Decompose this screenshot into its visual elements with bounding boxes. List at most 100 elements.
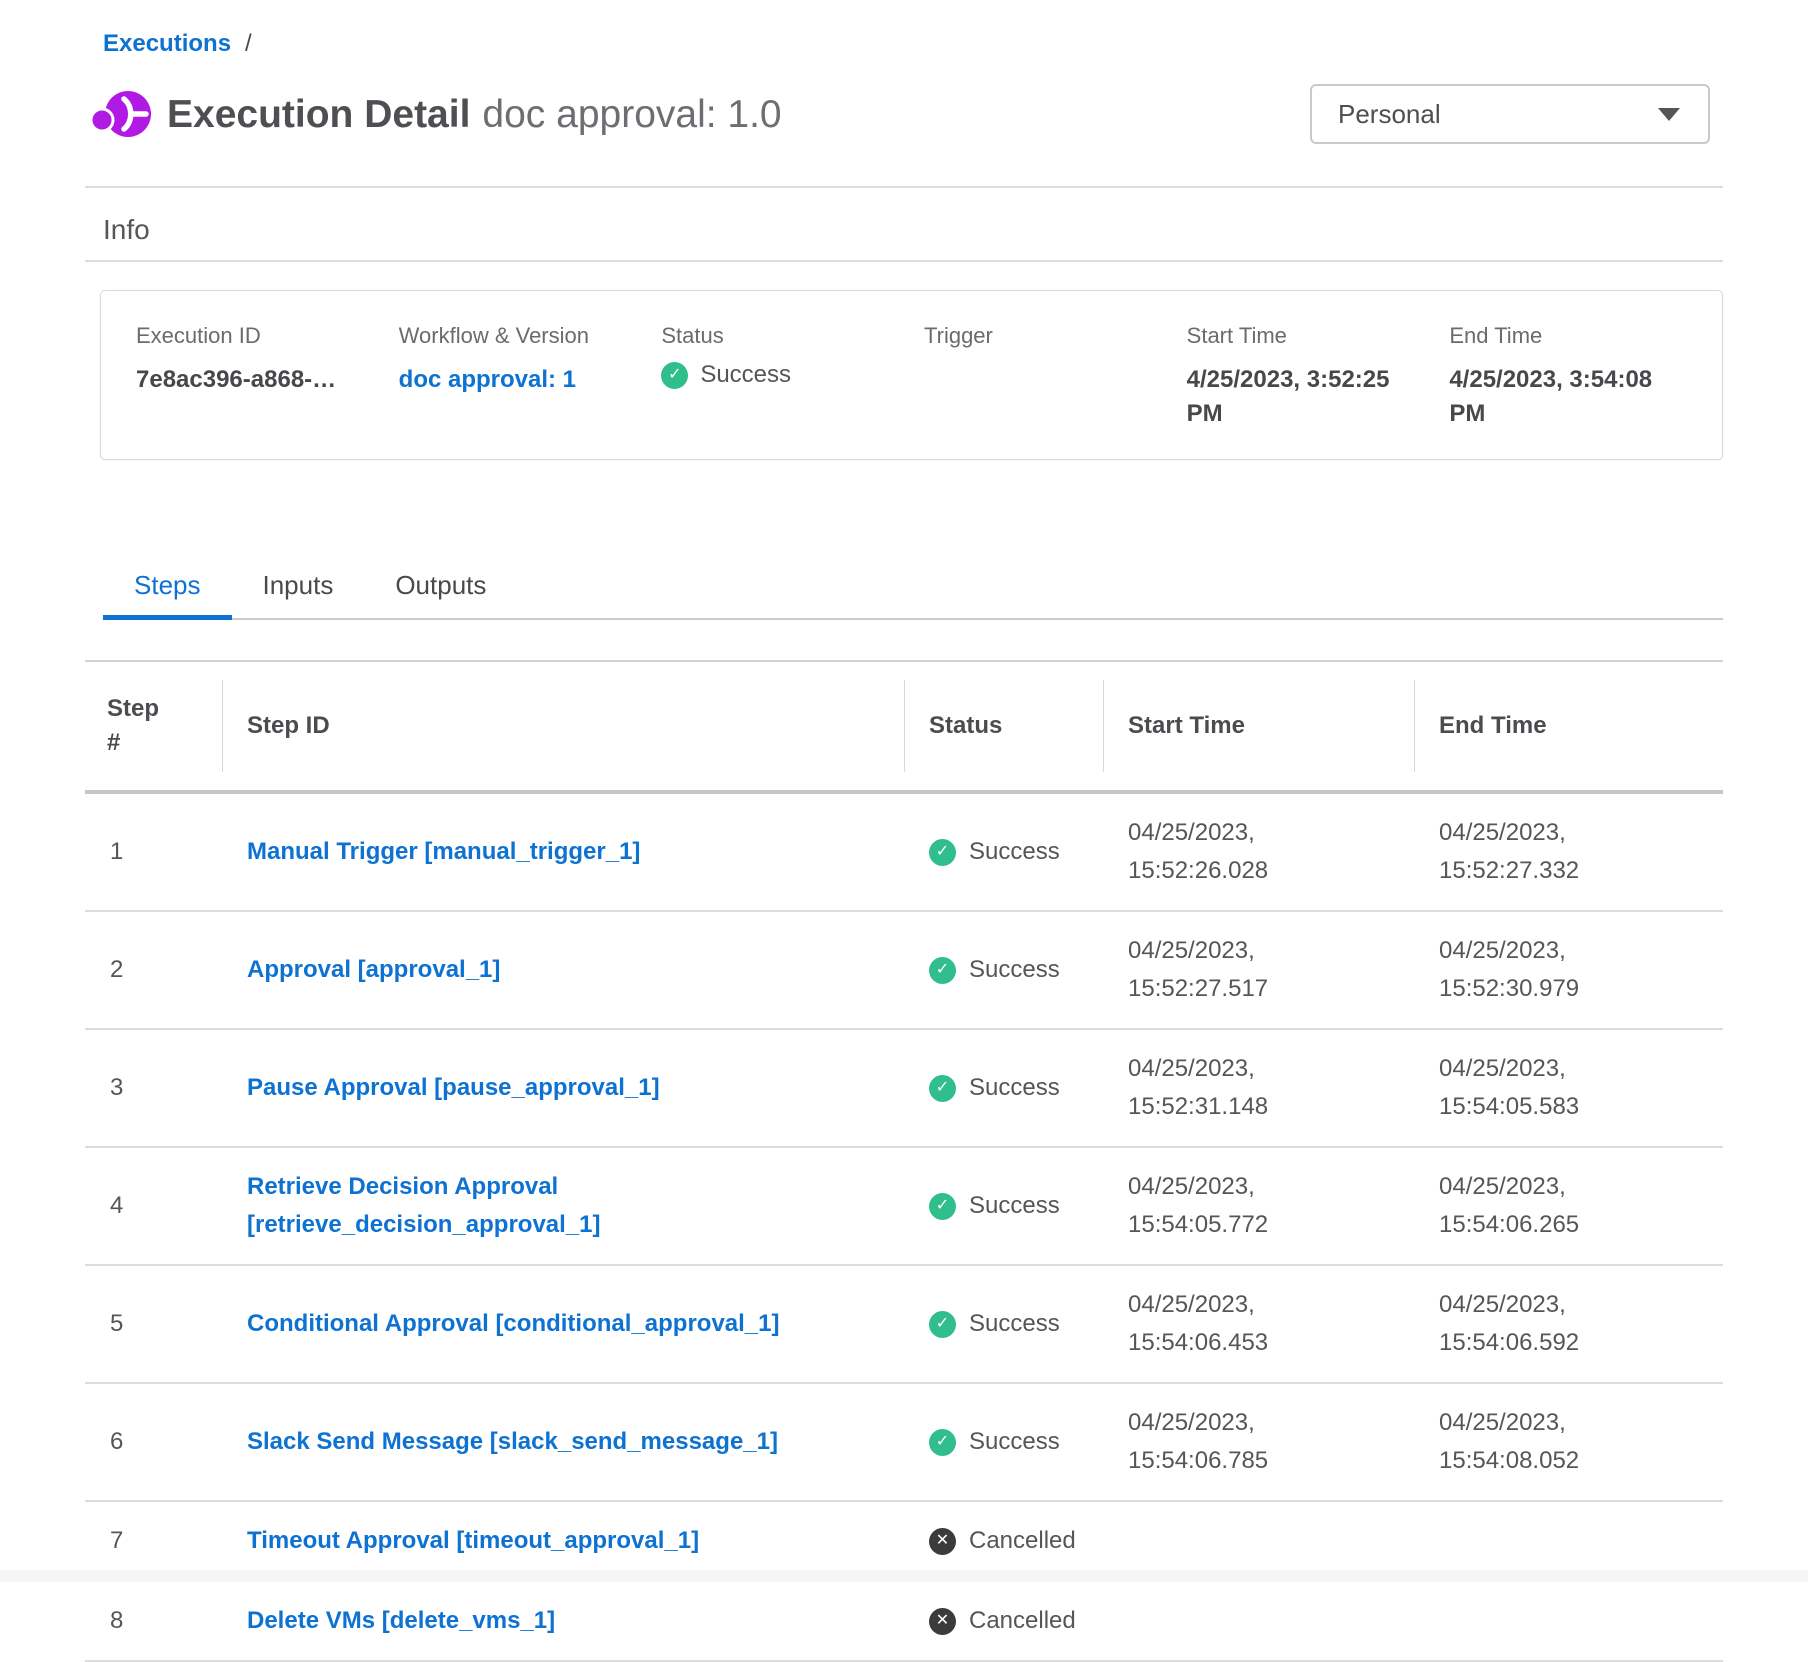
step-id-cell: Pause Approval [pause_approval_1] bbox=[222, 1029, 904, 1147]
step-id-cell: Retrieve Decision Approval [retrieve_dec… bbox=[222, 1147, 904, 1265]
steps-table: Step # Step ID Status Start Time End Tim… bbox=[85, 660, 1723, 1662]
steps-table-header: Step # Step ID Status Start Time End Tim… bbox=[85, 661, 1723, 792]
end-time-label: End Time bbox=[1449, 323, 1702, 349]
table-row: 1 Manual Trigger [manual_trigger_1] ✓ Su… bbox=[85, 792, 1723, 911]
step-id-cell: Approval [approval_1] bbox=[222, 911, 904, 1029]
step-id-cell: Slack Send Message [slack_send_message_1… bbox=[222, 1383, 904, 1501]
step-end-time-cell: 04/25/2023,15:54:06.592 bbox=[1414, 1265, 1723, 1383]
step-start-time-cell: 04/25/2023,15:54:06.785 bbox=[1103, 1383, 1414, 1501]
step-start-time-cell bbox=[1103, 1501, 1414, 1581]
workflow-version-label: Workflow & Version bbox=[399, 323, 652, 349]
step-end-time-cell bbox=[1414, 1501, 1723, 1581]
step-id-link[interactable]: Slack Send Message [slack_send_message_1… bbox=[247, 1423, 778, 1461]
step-id-link[interactable]: Retrieve Decision Approval [retrieve_dec… bbox=[247, 1168, 877, 1244]
execution-id-value: 7e8ac396-a868-… bbox=[136, 363, 351, 397]
trigger-label: Trigger bbox=[924, 323, 1177, 349]
table-row: 3 Pause Approval [pause_approval_1] ✓ Su… bbox=[85, 1029, 1723, 1147]
page-subtitle: doc approval: 1.0 bbox=[482, 93, 781, 136]
header-divider bbox=[85, 186, 1723, 188]
status-badge: ✓ Success bbox=[929, 833, 1093, 871]
step-number-cell: 3 bbox=[85, 1029, 222, 1147]
table-row: 4 Retrieve Decision Approval [retrieve_d… bbox=[85, 1147, 1723, 1265]
step-end-time-cell bbox=[1414, 1581, 1723, 1661]
status-value: Success bbox=[700, 361, 791, 389]
page-title: Execution Detail bbox=[167, 93, 470, 136]
status-text: Cancelled bbox=[969, 1602, 1076, 1640]
workspace-dropdown-value: Personal bbox=[1338, 99, 1658, 130]
success-icon: ✓ bbox=[929, 1075, 956, 1102]
step-status-cell: ✓ Success bbox=[904, 1147, 1103, 1265]
step-end-time-cell: 04/25/2023,15:54:05.583 bbox=[1414, 1029, 1723, 1147]
step-status-cell: ✕ Cancelled bbox=[904, 1581, 1103, 1661]
step-number-cell: 1 bbox=[85, 792, 222, 911]
tab-steps[interactable]: Steps bbox=[103, 558, 232, 618]
breadcrumb-separator: / bbox=[245, 30, 252, 57]
step-start-time-cell: 04/25/2023,15:54:05.772 bbox=[1103, 1147, 1414, 1265]
workspace-dropdown[interactable]: Personal bbox=[1310, 84, 1710, 144]
status-text: Success bbox=[969, 1069, 1060, 1107]
step-end-time-cell: 04/25/2023,15:52:27.332 bbox=[1414, 792, 1723, 911]
status-badge: ✓ Success bbox=[929, 951, 1093, 989]
table-row: 8 Delete VMs [delete_vms_1] ✕ Cancelled bbox=[85, 1581, 1723, 1661]
step-start-time-cell: 04/25/2023,15:52:27.517 bbox=[1103, 911, 1414, 1029]
page-header: Execution Detail doc approval: 1.0 Person… bbox=[85, 82, 1723, 148]
status-text: Cancelled bbox=[969, 1522, 1076, 1560]
info-field-execution-id: Execution ID 7e8ac396-a868-… bbox=[136, 323, 389, 431]
start-time-label: Start Time bbox=[1187, 323, 1440, 349]
col-header-step-num: Step # bbox=[85, 661, 222, 792]
breadcrumb-executions-link[interactable]: Executions bbox=[103, 30, 231, 57]
success-icon: ✓ bbox=[661, 362, 688, 389]
step-number-cell: 2 bbox=[85, 911, 222, 1029]
footer-strip bbox=[0, 1570, 1808, 1582]
step-id-cell: Conditional Approval [conditional_approv… bbox=[222, 1265, 904, 1383]
success-icon: ✓ bbox=[929, 839, 956, 866]
col-header-step-id: Step ID bbox=[222, 661, 904, 792]
step-status-cell: ✕ Cancelled bbox=[904, 1501, 1103, 1581]
step-status-cell: ✓ Success bbox=[904, 1029, 1103, 1147]
step-id-link[interactable]: Conditional Approval [conditional_approv… bbox=[247, 1305, 780, 1343]
table-row: 7 Timeout Approval [timeout_approval_1] … bbox=[85, 1501, 1723, 1581]
execution-detail-page: Executions / Execution Detail doc approval… bbox=[85, 0, 1723, 1662]
step-id-cell: Timeout Approval [timeout_approval_1] bbox=[222, 1501, 904, 1581]
step-id-link[interactable]: Manual Trigger [manual_trigger_1] bbox=[247, 833, 640, 871]
success-icon: ✓ bbox=[929, 1429, 956, 1456]
info-field-start-time: Start Time 4/25/2023, 3:52:25 PM bbox=[1187, 323, 1440, 431]
status-label: Status bbox=[661, 323, 914, 349]
table-row: 2 Approval [approval_1] ✓ Success 04/25/… bbox=[85, 911, 1723, 1029]
step-id-link[interactable]: Delete VMs [delete_vms_1] bbox=[247, 1602, 555, 1640]
status-badge: ✕ Cancelled bbox=[929, 1522, 1093, 1560]
status-text: Success bbox=[969, 1187, 1060, 1225]
step-id-link[interactable]: Approval [approval_1] bbox=[247, 951, 500, 989]
step-number-cell: 6 bbox=[85, 1383, 222, 1501]
status-badge: ✓ Success bbox=[929, 1069, 1093, 1107]
step-status-cell: ✓ Success bbox=[904, 1265, 1103, 1383]
status-badge: ✓ Success bbox=[661, 361, 914, 389]
status-text: Success bbox=[969, 1423, 1060, 1461]
tab-outputs[interactable]: Outputs bbox=[364, 558, 517, 618]
detail-tabs: Steps Inputs Outputs bbox=[103, 558, 1723, 620]
table-row: 5 Conditional Approval [conditional_appr… bbox=[85, 1265, 1723, 1383]
col-header-start-time: Start Time bbox=[1103, 661, 1414, 792]
success-icon: ✓ bbox=[929, 1193, 956, 1220]
start-time-value: 4/25/2023, 3:52:25 PM bbox=[1187, 363, 1402, 431]
info-card: Execution ID 7e8ac396-a868-… Workflow & … bbox=[100, 290, 1723, 460]
status-text: Success bbox=[969, 1305, 1060, 1343]
workflow-icon bbox=[89, 87, 153, 143]
chevron-down-icon bbox=[1658, 108, 1680, 121]
step-id-cell: Delete VMs [delete_vms_1] bbox=[222, 1581, 904, 1661]
status-badge: ✓ Success bbox=[929, 1187, 1093, 1225]
info-field-trigger: Trigger bbox=[924, 323, 1177, 431]
success-icon: ✓ bbox=[929, 957, 956, 984]
step-end-time-cell: 04/25/2023,15:54:06.265 bbox=[1414, 1147, 1723, 1265]
tab-inputs[interactable]: Inputs bbox=[232, 558, 365, 618]
step-start-time-cell: 04/25/2023,15:52:26.028 bbox=[1103, 792, 1414, 911]
cancelled-icon: ✕ bbox=[929, 1528, 956, 1555]
step-end-time-cell: 04/25/2023,15:54:08.052 bbox=[1414, 1383, 1723, 1501]
step-status-cell: ✓ Success bbox=[904, 1383, 1103, 1501]
step-number-cell: 5 bbox=[85, 1265, 222, 1383]
status-text: Success bbox=[969, 951, 1060, 989]
step-id-link[interactable]: Pause Approval [pause_approval_1] bbox=[247, 1069, 660, 1107]
info-section-heading: Info bbox=[103, 214, 1723, 246]
step-id-link[interactable]: Timeout Approval [timeout_approval_1] bbox=[247, 1522, 699, 1560]
workflow-version-link[interactable]: doc approval: 1 bbox=[399, 363, 614, 397]
